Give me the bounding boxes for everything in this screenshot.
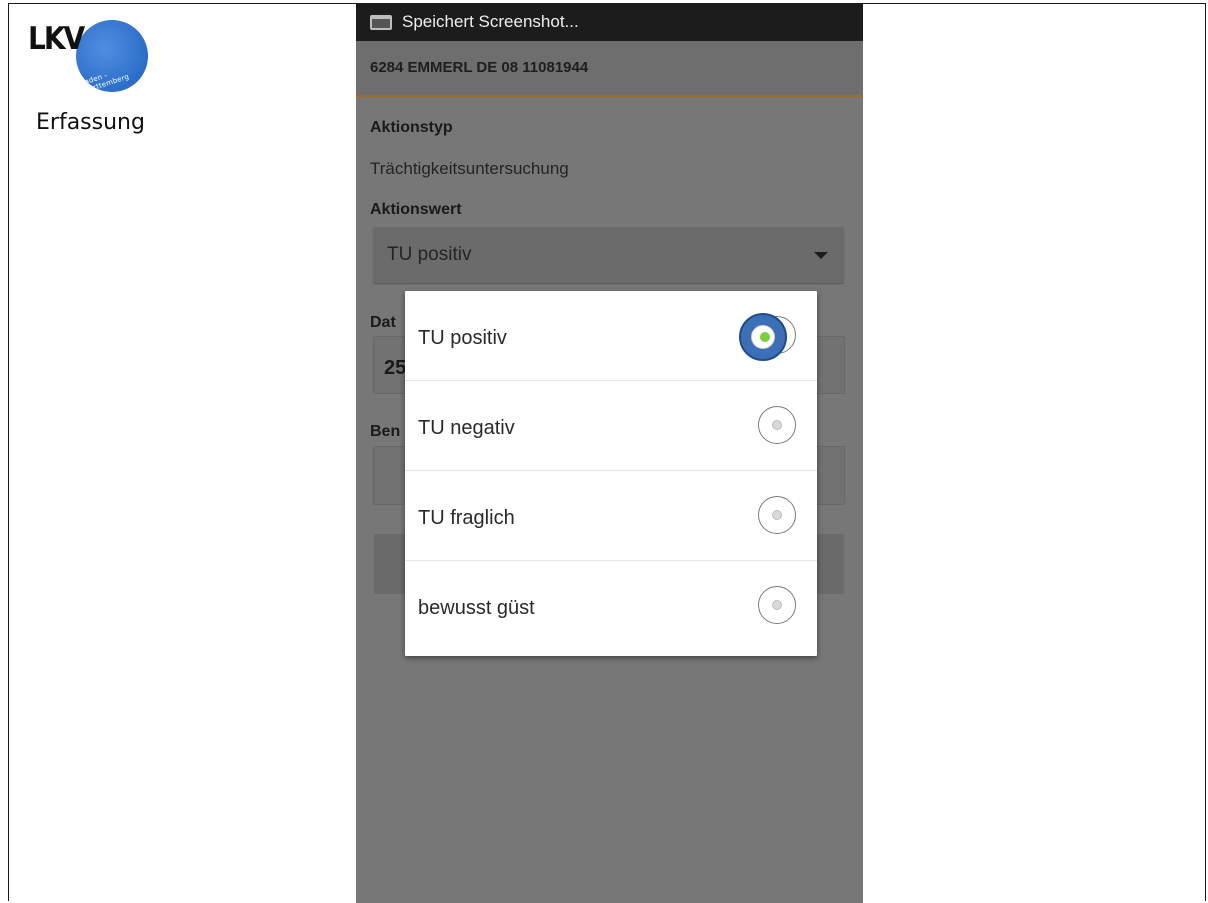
option-bewusst-guest[interactable]: bewusst güst [405,561,817,656]
aktionstyp-value: Trächtigkeitsuntersuchung [370,159,569,178]
aktionswert-label: Aktionswert [370,201,462,218]
radio-icon[interactable] [758,586,796,624]
radio-dot [772,420,782,430]
dropdown-arrow-icon [814,252,828,259]
phone-screen: Speichert Screenshot... 6284 EMMERL DE 0… [356,3,863,903]
app-header: 6284 EMMERL DE 08 11081944 [356,41,863,97]
radio-dot [772,600,782,610]
screenshot-icon [370,14,392,30]
option-label: bewusst güst [418,597,535,619]
option-tu-positiv[interactable]: TU positiv [405,291,817,381]
aktionswert-dialog: TU positiv TU negativ TU fraglich bewuss… [405,291,817,656]
bemerkung-label: Ben [370,423,401,440]
radio-selected-icon[interactable] [739,313,787,361]
status-text: Speichert Screenshot... [402,12,579,31]
radio-dot [772,510,782,520]
radio-icon[interactable] [758,406,796,444]
status-bar: Speichert Screenshot... [356,3,863,41]
option-label: TU negativ [418,417,515,439]
animal-id-title: 6284 EMMERL DE 08 11081944 [370,59,589,76]
page-caption: Erfassung [36,110,145,135]
option-label: TU fraglich [418,507,515,529]
option-label: TU positiv [418,327,507,349]
radio-icon[interactable] [758,496,796,534]
logo-text: LKV [28,20,85,57]
aktionswert-spinner[interactable]: TU positiv [373,227,844,283]
option-tu-fraglich[interactable]: TU fraglich [405,471,817,561]
option-tu-negativ[interactable]: TU negativ [405,381,817,471]
lkv-logo: LKV Baden - Württemberg [20,14,148,95]
spinner-selected-value: TU positiv [387,244,472,265]
aktionstyp-label: Aktionstyp [370,119,453,136]
datum-value: 25 [384,357,407,379]
datum-label: Dat [370,314,396,331]
radio-check-dot [760,332,770,342]
radio-inner-dot [751,325,775,349]
